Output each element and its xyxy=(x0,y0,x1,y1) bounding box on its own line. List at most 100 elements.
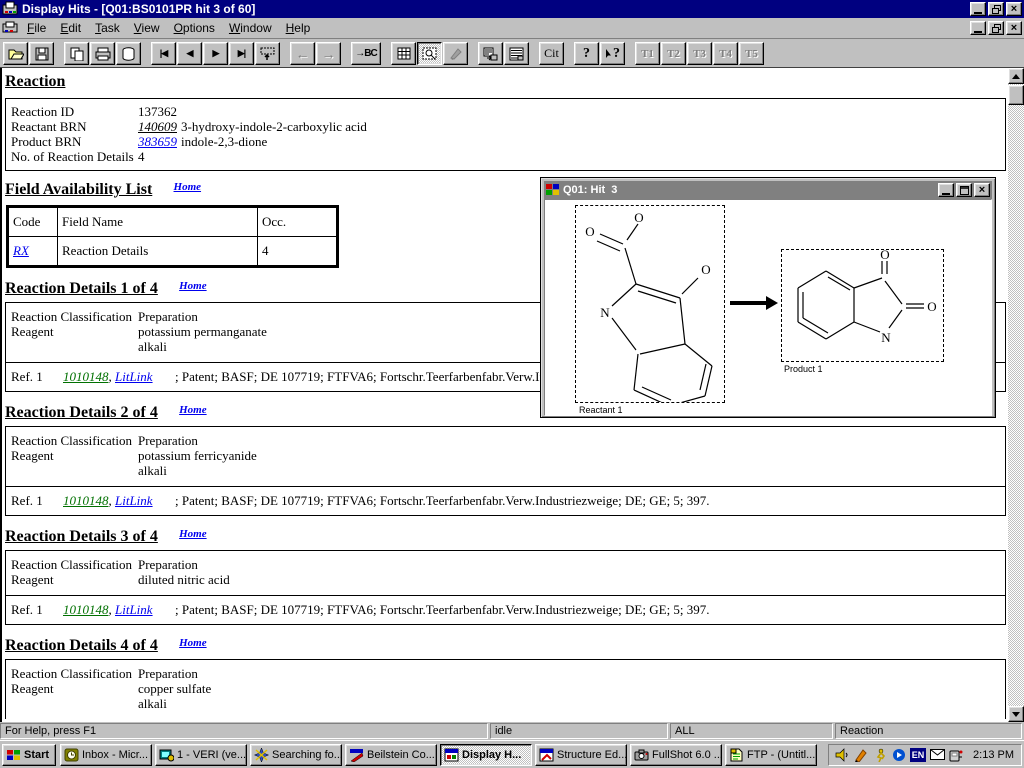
citation-link[interactable]: 1010148 xyxy=(63,602,109,617)
task-inbox[interactable]: Inbox - Micr... xyxy=(60,744,152,766)
litlink-link[interactable]: LitLink xyxy=(115,493,153,508)
volume-icon[interactable] xyxy=(834,747,850,763)
context-help-button[interactable]: ? xyxy=(600,42,625,65)
hit-close-button[interactable]: × xyxy=(974,183,990,197)
tab-t4-button[interactable]: T4 xyxy=(713,42,738,65)
menu-options[interactable]: Options xyxy=(167,19,222,37)
first-record-button[interactable]: |◀ xyxy=(151,42,176,65)
detail4-home-link[interactable]: Home xyxy=(179,637,207,649)
hit-minimize-button[interactable] xyxy=(938,183,954,197)
tab-t3-button[interactable]: T3 xyxy=(687,42,712,65)
to-commander-icon: →BC xyxy=(355,48,376,59)
to-commander-button[interactable]: →BC xyxy=(351,42,381,65)
media-player-icon[interactable] xyxy=(891,747,907,763)
last-record-button[interactable]: ▶| xyxy=(229,42,254,65)
task-display-hits[interactable]: Display H... xyxy=(440,744,532,766)
forward-button[interactable]: → xyxy=(316,42,341,65)
task-structure-editor[interactable]: Structure Ed... xyxy=(535,744,627,766)
export-list-button[interactable] xyxy=(504,42,529,65)
fal-home-link[interactable]: Home xyxy=(174,181,202,193)
scrollbar-thumb[interactable] xyxy=(1008,85,1024,105)
hit-window-title-bar[interactable]: Q01: Hit 3 × xyxy=(544,181,992,199)
detail2-home-link[interactable]: Home xyxy=(179,404,207,416)
hit-window-title: Q01: Hit 3 xyxy=(563,184,936,196)
tab-t1-button[interactable]: T1 xyxy=(635,42,660,65)
mdi-minimize-button[interactable] xyxy=(970,21,986,35)
product-brn-link[interactable]: 383659 xyxy=(138,134,177,149)
close-button[interactable]: × xyxy=(1006,2,1022,16)
minimize-button[interactable] xyxy=(970,2,986,16)
reactant-brn-link[interactable]: 140609 xyxy=(138,119,177,134)
modem-icon[interactable] xyxy=(948,747,964,763)
restore-button[interactable] xyxy=(988,2,1004,16)
detail1-heading: Reaction Details 1 of 4 xyxy=(5,280,158,298)
status-state: idle xyxy=(490,723,668,739)
goto-record-icon xyxy=(260,47,275,61)
start-button[interactable]: Start xyxy=(2,744,56,766)
table-row: RX Reaction Details 4 xyxy=(8,237,338,267)
menu-help[interactable]: Help xyxy=(279,19,318,37)
detail1-home-link[interactable]: Home xyxy=(179,280,207,292)
tab-t5-button[interactable]: T5 xyxy=(739,42,764,65)
hit-close-icon: × xyxy=(979,185,985,195)
scroll-up-button[interactable] xyxy=(1008,68,1024,84)
detail-count-row: No. of Reaction Details 4 xyxy=(6,149,1005,164)
language-indicator[interactable]: EN xyxy=(910,748,926,762)
hit-window-icon xyxy=(546,183,560,197)
prev-record-button[interactable]: ◀ xyxy=(177,42,202,65)
litlink-link[interactable]: LitLink xyxy=(115,369,153,384)
export-query-button[interactable] xyxy=(478,42,503,65)
mdi-close-button[interactable]: × xyxy=(1006,21,1022,35)
open-button[interactable] xyxy=(3,42,28,65)
tab-t2-button[interactable]: T2 xyxy=(661,42,686,65)
task-fullshot[interactable]: FullShot 6.0 ... xyxy=(630,744,722,766)
task-searching[interactable]: Searching fo... xyxy=(250,744,342,766)
scroll-down-icon xyxy=(1012,712,1020,717)
status-context: Reaction xyxy=(835,723,1022,739)
help-button[interactable]: ? xyxy=(574,42,599,65)
table-view-button[interactable] xyxy=(391,42,416,65)
menu-view[interactable]: View xyxy=(127,19,167,37)
copy-button[interactable] xyxy=(64,42,89,65)
product-structure-box[interactable]: O O N Product 1 xyxy=(781,249,944,362)
menu-task[interactable]: Task xyxy=(88,19,127,37)
litlink-link[interactable]: LitLink xyxy=(115,602,153,617)
hit-maximize-button[interactable] xyxy=(956,183,972,197)
next-record-button[interactable]: ▶ xyxy=(203,42,228,65)
detail4-box: Reaction ClassificationPreparation Reage… xyxy=(5,659,1006,719)
citation-button[interactable]: Cit xyxy=(539,42,564,65)
database-button[interactable] xyxy=(116,42,141,65)
hit-structure-window: Q01: Hit 3 × xyxy=(540,177,996,418)
task-veri[interactable]: 1 - VERI (ve... xyxy=(155,744,247,766)
mail-icon[interactable] xyxy=(929,747,945,763)
citation-link[interactable]: 1010148 xyxy=(63,493,109,508)
goto-record-button[interactable] xyxy=(255,42,280,65)
detail3-home-link[interactable]: Home xyxy=(179,528,207,540)
citation-icon: Cit xyxy=(544,46,559,61)
task-beilstein-commander[interactable]: Beilstein Co... xyxy=(345,744,437,766)
citation-link[interactable]: 1010148 xyxy=(63,369,109,384)
hit-minimize-icon xyxy=(942,193,950,195)
scheduler-agent-icon[interactable] xyxy=(872,747,888,763)
back-button[interactable]: ← xyxy=(290,42,315,65)
mdi-restore-button[interactable] xyxy=(988,21,1004,35)
rx-link[interactable]: RX xyxy=(13,243,29,258)
task-ftp[interactable]: FTP - (Untitl... xyxy=(725,744,817,766)
vertical-scrollbar[interactable] xyxy=(1008,68,1024,722)
restore-icon xyxy=(992,5,1001,14)
col-field-name: Field Name xyxy=(58,207,258,237)
menu-file[interactable]: File xyxy=(20,19,53,37)
reactant-structure-box[interactable]: O O O N Reactant 1 xyxy=(575,205,725,403)
status-bar: For Help, press F1 idle ALL Reaction xyxy=(0,722,1024,740)
display-view-button[interactable] xyxy=(417,42,442,65)
save-button[interactable] xyxy=(29,42,54,65)
scroll-down-button[interactable] xyxy=(1008,706,1024,722)
mdi-restore-icon xyxy=(992,24,1001,33)
reactant-label: Reactant 1 xyxy=(579,405,623,415)
table-view-icon xyxy=(397,47,411,60)
print-button[interactable] xyxy=(90,42,115,65)
menu-edit[interactable]: Edit xyxy=(53,19,88,37)
graphics-tool-icon[interactable] xyxy=(853,747,869,763)
brush-button[interactable] xyxy=(443,42,468,65)
menu-window[interactable]: Window xyxy=(222,19,279,37)
